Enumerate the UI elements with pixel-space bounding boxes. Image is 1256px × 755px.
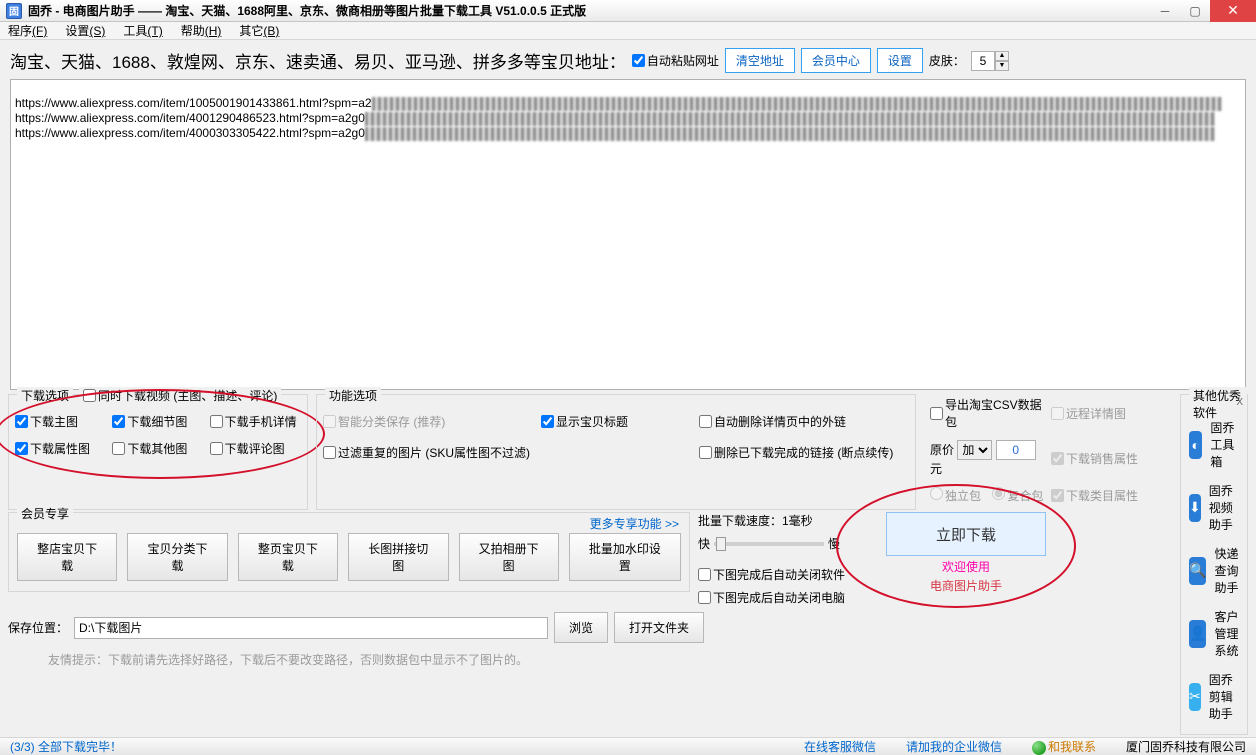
speed-label: 批量下载速度：1毫秒: [698, 512, 868, 529]
close-button[interactable]: ✕: [1210, 0, 1256, 22]
category-dl-button[interactable]: 宝贝分类下载: [127, 533, 227, 581]
spinner-up-icon: ▲: [995, 51, 1009, 61]
download-options-group: 下载选项 同时下载视频 (主图、描述、评论) 下载主图 下载细节图 下载手机详情…: [8, 394, 308, 510]
menu-program[interactable]: 程序(F): [8, 22, 47, 39]
menu-tools[interactable]: 工具(T): [123, 22, 162, 39]
helper-text: 电商图片助手: [930, 577, 1002, 594]
soft-item-video[interactable]: ⬇固乔视频助手: [1187, 476, 1241, 539]
address-label: 淘宝、天猫、1688、敦煌网、京东、速卖通、易贝、亚马逊、拼多多等宝贝地址：: [10, 48, 626, 73]
speed-slider[interactable]: [714, 542, 824, 546]
also-video-checkbox[interactable]: 同时下载视频 (主图、描述、评论): [79, 387, 281, 404]
skin-spinner[interactable]: ▲▼: [971, 51, 1009, 71]
delete-done-checkbox[interactable]: 删除已下载完成的链接 (断点续传): [699, 444, 909, 461]
smart-save-checkbox[interactable]: 智能分类保存 (推荐): [323, 413, 533, 430]
address-row: 淘宝、天猫、1688、敦煌网、京东、速卖通、易贝、亚马逊、拼多多等宝贝地址： 自…: [0, 40, 1256, 79]
contact-link[interactable]: 和我联系: [1032, 738, 1096, 755]
window-title: 固乔 - 电商图片助手 —— 淘宝、天猫、1688阿里、京东、微商相册等图片批量…: [28, 2, 1150, 19]
minimize-button[interactable]: ─: [1150, 0, 1180, 22]
long-img-button[interactable]: 长图拼接切图: [348, 533, 448, 581]
browse-button[interactable]: 浏览: [554, 612, 608, 643]
maximize-button[interactable]: ▢: [1180, 0, 1210, 22]
watermark-button[interactable]: 批量加水印设置: [569, 533, 681, 581]
soft-item-clip[interactable]: ✂固乔剪辑助手: [1187, 665, 1241, 728]
other-software-group: 其他优秀软件 X ◐固乔工具箱 ⬇固乔视频助手 🔍快递查询助手 👤客户管理系统 …: [1180, 394, 1248, 735]
price-row: 原价 加 元: [930, 440, 1047, 477]
qywx-link[interactable]: 请加我的企业微信: [906, 738, 1002, 755]
skin-label: 皮肤：: [929, 52, 965, 69]
function-options-group: 功能选项 智能分类保存 (推荐) 显示宝贝标题 自动删除详情页中的外链 过滤重复…: [316, 394, 916, 510]
whole-page-button[interactable]: 整页宝贝下载: [238, 533, 338, 581]
settings-button[interactable]: 设置: [877, 48, 923, 73]
save-hint: 友情提示：下载前请先选择好路径，下载后不要改变路径，否则数据包中显示不了图片的。: [48, 649, 1174, 668]
remote-img-checkbox[interactable]: 远程详情图: [1051, 405, 1168, 422]
dl-attr-checkbox[interactable]: 下载属性图: [15, 440, 106, 457]
export-csv-checkbox[interactable]: 导出淘宝CSV数据包: [930, 396, 1047, 430]
pack-radio-row: 独立包 复合包: [930, 487, 1047, 504]
soft-item-crm[interactable]: 👤客户管理系统: [1187, 602, 1241, 665]
sale-attr-checkbox[interactable]: 下载销售属性: [1051, 450, 1168, 467]
speed-column: 批量下载速度：1毫秒 快 慢 下图完成后自动关闭软件 下图完成后自动关闭电脑: [698, 512, 868, 606]
globe-icon: [1032, 741, 1046, 755]
menu-help[interactable]: 帮助(H): [181, 22, 222, 39]
status-bar: (3/3) 全部下载完毕！ 在线客服微信 请加我的企业微信 和我联系 厦门固乔科…: [0, 737, 1256, 755]
status-progress: (3/3) 全部下载完毕！: [10, 738, 122, 755]
member-group: 会员专享 更多专享功能 >> 整店宝贝下载 宝贝分类下载 整页宝贝下载 长图拼接…: [8, 512, 690, 592]
welcome-text: 欢迎使用: [942, 558, 990, 575]
price-op-select[interactable]: 加: [957, 440, 992, 460]
menu-other[interactable]: 其它(B): [239, 22, 279, 39]
soft-item-toolbox[interactable]: ◐固乔工具箱: [1187, 413, 1241, 476]
csv-options-group: 导出淘宝CSV数据包 远程详情图 原价 加 元 下载销售属性 独立包 复合包 下…: [924, 394, 1174, 510]
combo-pack-radio[interactable]: 复合包: [992, 489, 1043, 503]
filter-dup-checkbox[interactable]: 过滤重复的图片 (SKU属性图不过滤): [323, 444, 533, 461]
clear-url-button[interactable]: 清空地址: [725, 48, 795, 73]
close-app-checkbox[interactable]: 下图完成后自动关闭软件: [698, 566, 868, 583]
close-soft-icon[interactable]: X: [1236, 397, 1243, 408]
close-pc-checkbox[interactable]: 下图完成后自动关闭电脑: [698, 589, 868, 606]
auto-paste-checkbox[interactable]: 自动粘贴网址: [632, 52, 719, 69]
dl-detail-checkbox[interactable]: 下载细节图: [112, 413, 203, 430]
spinner-down-icon: ▼: [995, 61, 1009, 71]
company-label: 厦门固乔科技有限公司: [1126, 738, 1246, 755]
dl-review-checkbox[interactable]: 下载评论图: [210, 440, 301, 457]
open-folder-button[interactable]: 打开文件夹: [614, 612, 704, 643]
title-bar: 固 固乔 - 电商图片助手 —— 淘宝、天猫、1688阿里、京东、微商相册等图片…: [0, 0, 1256, 22]
menu-settings[interactable]: 设置(S): [65, 22, 105, 39]
download-column: 立即下载 欢迎使用 电商图片助手: [876, 512, 1056, 594]
save-row: 保存位置： 浏览 打开文件夹: [8, 608, 1174, 647]
show-title-checkbox[interactable]: 显示宝贝标题: [541, 413, 691, 430]
window-controls: ─ ▢ ✕: [1150, 0, 1256, 22]
dl-other-checkbox[interactable]: 下载其他图: [112, 440, 203, 457]
wechat-link[interactable]: 在线客服微信: [804, 738, 876, 755]
url-textarea[interactable]: https://www.aliexpress.com/item/10050019…: [10, 79, 1246, 390]
save-path-input[interactable]: [74, 617, 548, 639]
single-pack-radio[interactable]: 独立包: [930, 489, 981, 503]
cat-attr-checkbox[interactable]: 下载类目属性: [1051, 487, 1168, 504]
upai-album-button[interactable]: 又拍相册下图: [459, 533, 559, 581]
dl-main-checkbox[interactable]: 下载主图: [15, 413, 106, 430]
price-value-input[interactable]: [996, 440, 1036, 460]
member-center-button[interactable]: 会员中心: [801, 48, 871, 73]
whole-store-button[interactable]: 整店宝贝下载: [17, 533, 117, 581]
remove-extlink-checkbox[interactable]: 自动删除详情页中的外链: [699, 413, 909, 430]
dl-mobile-checkbox[interactable]: 下载手机详情: [210, 413, 301, 430]
save-label: 保存位置：: [8, 619, 68, 636]
app-icon: 固: [6, 3, 22, 19]
download-now-button[interactable]: 立即下载: [886, 512, 1046, 556]
menu-bar: 程序(F) 设置(S) 工具(T) 帮助(H) 其它(B): [0, 22, 1256, 40]
soft-item-express[interactable]: 🔍快递查询助手: [1187, 539, 1241, 602]
more-features-link[interactable]: 更多专享功能 >>: [590, 515, 679, 532]
